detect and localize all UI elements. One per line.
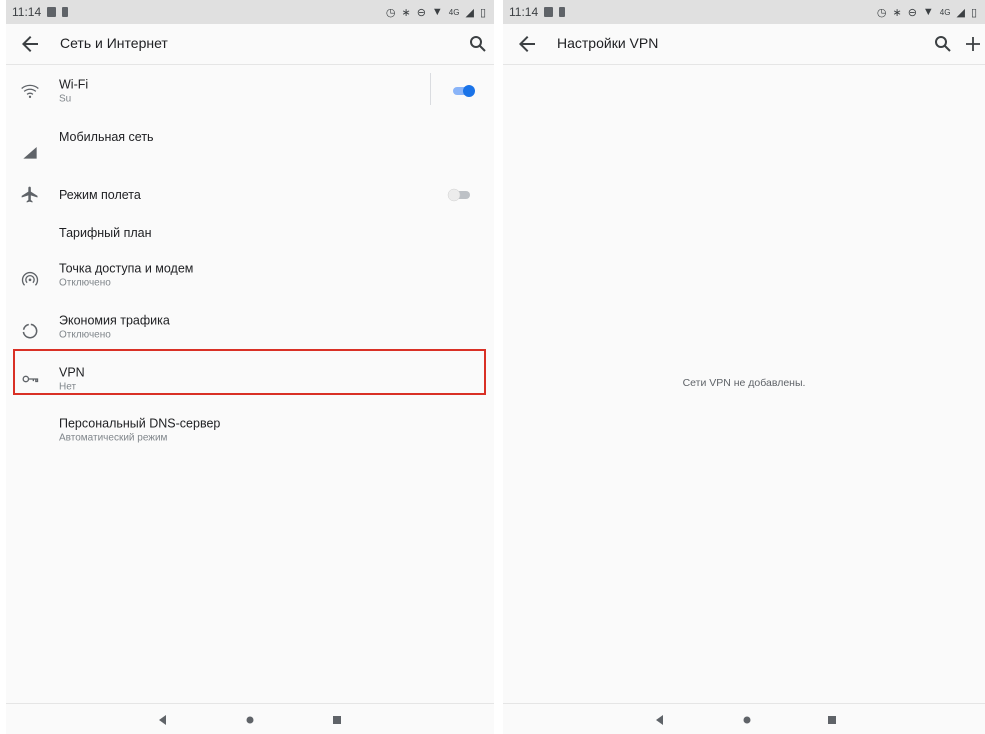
back-arrow-icon[interactable] <box>18 32 42 56</box>
item-title: Точка доступа и модем <box>59 261 194 276</box>
status-bar: 11:14 ◷ ∗ ⊖ ▼ 4G ◢ ▯ <box>6 0 494 24</box>
page-title: Настройки VPN <box>557 35 659 51</box>
signal-status-icon: ◢ <box>956 6 965 19</box>
navigation-bar <box>503 703 985 734</box>
item-title: Мобильная сеть <box>59 130 154 145</box>
bluetooth-icon: ∗ <box>892 6 902 19</box>
nav-back-icon[interactable] <box>156 713 170 727</box>
list-item-airplane-mode[interactable]: Режим полета <box>6 173 494 217</box>
item-title: Тарифный план <box>59 226 152 240</box>
alarm-icon: ◷ <box>385 6 396 19</box>
vpn-key-icon <box>22 375 39 383</box>
data-saver-status-icon: ⊖ <box>416 6 426 19</box>
vpn-settings-screen: 11:14 ◷ ∗ ⊖ ▼ 4G ◢ ▯ Настройки VPN Сети … <box>503 0 985 734</box>
sim-icon <box>559 7 566 17</box>
list-item-data-saver[interactable]: Экономия трафика Отключено <box>6 301 494 353</box>
nav-home-icon[interactable] <box>740 713 754 727</box>
status-bar: 11:14 ◷ ∗ ⊖ ▼ 4G ◢ ▯ <box>503 0 985 24</box>
item-title: VPN <box>59 365 85 380</box>
list-item-hotspot[interactable]: Точка доступа и модем Отключено <box>6 249 494 301</box>
signal-icon <box>23 146 37 159</box>
list-item-vpn[interactable]: VPN Нет <box>6 353 494 405</box>
network-type-label: 4G <box>939 7 951 17</box>
status-time: 11:14 <box>12 5 42 19</box>
app-bar: Настройки VPN <box>503 24 985 65</box>
app-bar: Сеть и Интернет <box>6 24 494 65</box>
list-item-data-plan[interactable]: Тарифный план <box>6 217 494 249</box>
nav-recents-icon[interactable] <box>330 713 344 727</box>
page-title: Сеть и Интернет <box>60 35 168 51</box>
item-subtitle: Su <box>59 93 72 105</box>
navigation-bar <box>6 703 494 734</box>
network-settings-screen: 11:14 ◷ ∗ ⊖ ▼ 4G ◢ ▯ Сеть и Интернет Wi-… <box>6 0 494 734</box>
notification-icon <box>544 7 554 17</box>
data-saver-icon <box>22 323 38 339</box>
settings-list: Wi-Fi Su Мобильная сеть Режим полета Тар… <box>6 65 494 455</box>
back-arrow-icon[interactable] <box>515 32 539 56</box>
notification-icon <box>47 7 57 17</box>
wifi-icon <box>21 84 39 98</box>
airplane-mode-toggle[interactable] <box>447 188 471 202</box>
search-icon[interactable] <box>466 32 490 56</box>
divider <box>430 73 431 105</box>
list-item-mobile-network[interactable]: Мобильная сеть <box>6 117 494 173</box>
sim-icon <box>62 7 69 17</box>
item-title: Wi-Fi <box>59 77 89 92</box>
signal-status-icon: ◢ <box>465 6 474 19</box>
nav-back-icon[interactable] <box>653 713 667 727</box>
wifi-status-icon: ▼ <box>431 6 443 18</box>
item-title: Персональный DNS-сервер <box>59 416 221 431</box>
add-vpn-icon[interactable] <box>961 32 985 56</box>
empty-state-message: Сети VPN не добавлены. <box>682 377 806 389</box>
battery-icon: ▯ <box>479 6 486 19</box>
wifi-toggle[interactable] <box>452 84 476 98</box>
list-item-private-dns[interactable]: Персональный DNS-сервер Автоматический р… <box>6 405 494 455</box>
search-icon[interactable] <box>931 32 955 56</box>
battery-icon: ▯ <box>970 6 977 19</box>
item-subtitle: Отключено <box>59 329 111 341</box>
bluetooth-icon: ∗ <box>401 6 411 19</box>
item-subtitle: Автоматический режим <box>59 432 168 444</box>
list-item-wifi[interactable]: Wi-Fi Su <box>6 65 494 117</box>
nav-home-icon[interactable] <box>243 713 257 727</box>
item-subtitle: Нет <box>59 381 77 393</box>
hotspot-icon <box>21 272 39 286</box>
status-time: 11:14 <box>509 5 539 19</box>
wifi-status-icon: ▼ <box>922 6 934 18</box>
airplane-icon <box>21 186 38 203</box>
data-saver-status-icon: ⊖ <box>907 6 917 19</box>
item-title: Экономия трафика <box>59 313 170 328</box>
nav-recents-icon[interactable] <box>825 713 839 727</box>
item-title: Режим полета <box>59 188 141 202</box>
network-type-label: 4G <box>448 7 460 17</box>
alarm-icon: ◷ <box>876 6 887 19</box>
item-subtitle: Отключено <box>59 277 111 289</box>
